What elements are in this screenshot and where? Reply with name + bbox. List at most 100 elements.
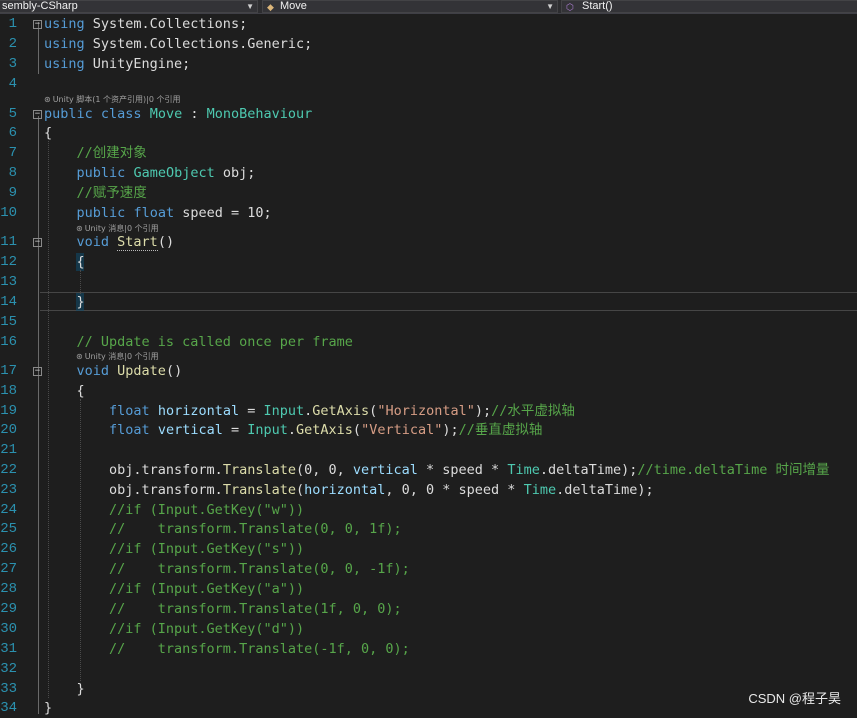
- code-line[interactable]: 32: [0, 659, 857, 679]
- code-line[interactable]: 31 // transform.Translate(-1f, 0, 0);: [0, 639, 857, 659]
- code-line[interactable]: 1 − using System.Collections;: [0, 14, 857, 34]
- project-dropdown[interactable]: sembly-CSharp ▼: [0, 0, 258, 13]
- unity-icon: ⊛: [44, 95, 51, 104]
- code-line[interactable]: 24 //if (Input.GetKey("w")): [0, 500, 857, 520]
- code-token-plain: * speed *: [417, 462, 508, 478]
- code-token-type: Input: [263, 403, 305, 419]
- code-token-plain: System.Collections;: [84, 16, 248, 32]
- code-line[interactable]: 16 // Update is called once per frame: [0, 332, 857, 352]
- code-token-type: MonoBehaviour: [206, 106, 313, 122]
- code-token-plain: (0, 0,: [295, 462, 353, 478]
- code-line[interactable]: 7 //创建对象: [0, 143, 857, 163]
- collapse-icon[interactable]: −: [33, 238, 42, 247]
- code-text: float horizontal = Input.GetAxis("Horizo…: [44, 401, 575, 421]
- code-line[interactable]: 5 − public class Move : MonoBehaviour: [0, 104, 857, 124]
- code-token-field: vertical: [352, 462, 418, 478]
- unity-icon: ⊛: [76, 352, 83, 361]
- collapse-icon[interactable]: −: [33, 367, 42, 376]
- member-dropdown[interactable]: ⬡ Start(): [561, 0, 857, 13]
- code-token-field: horizontal: [157, 403, 240, 419]
- code-line[interactable]: 23 obj.transform.Translate(horizontal, 0…: [0, 480, 857, 500]
- code-token-plain: {: [44, 383, 85, 399]
- code-line[interactable]: 8 public GameObject obj;: [0, 163, 857, 183]
- code-token-plain: (): [165, 363, 183, 379]
- code-line[interactable]: 6{: [0, 123, 857, 143]
- code-line[interactable]: 29 // transform.Translate(1f, 0, 0);: [0, 599, 857, 619]
- code-line[interactable]: 12 {: [0, 252, 857, 272]
- line-number: 31: [0, 641, 17, 657]
- class-dropdown-label: Move: [280, 0, 307, 12]
- code-token-comment: // transform.Translate(0, 0, -1f);: [44, 561, 410, 577]
- codelens-reference[interactable]: ⊛ Unity 消息|0 个引用: [76, 223, 159, 234]
- line-number: 34: [0, 700, 17, 716]
- line-number: 1: [8, 16, 17, 32]
- code-line[interactable]: 10 public float speed = 10;: [0, 203, 857, 223]
- code-token-plain: );: [474, 403, 492, 419]
- code-line[interactable]: 9 //赋予速度: [0, 183, 857, 203]
- code-text: //if (Input.GetKey("a")): [44, 579, 304, 599]
- code-line[interactable]: 15: [0, 312, 857, 332]
- project-dropdown-label: sembly-CSharp: [2, 0, 78, 12]
- code-token-type: Move: [149, 106, 183, 122]
- code-line[interactable]: 11 − void Start(): [0, 232, 857, 252]
- code-token-plain: =: [222, 422, 248, 438]
- code-line[interactable]: 30 //if (Input.GetKey("d")): [0, 619, 857, 639]
- code-line[interactable]: 19 float horizontal = Input.GetAxis("Hor…: [0, 401, 857, 421]
- line-number: 26: [0, 541, 17, 557]
- code-token-comment: //if (Input.GetKey("s")): [44, 541, 305, 557]
- code-line[interactable]: 18 {: [0, 381, 857, 401]
- code-line[interactable]: 21: [0, 440, 857, 460]
- collapse-icon[interactable]: −: [33, 110, 42, 119]
- collapse-icon[interactable]: −: [33, 20, 42, 29]
- codelens-text: Unity 消息|0 个引用: [84, 352, 159, 361]
- line-number: 29: [0, 601, 17, 617]
- code-token-keyword: public: [76, 205, 126, 221]
- code-line[interactable]: 33 }: [0, 679, 857, 699]
- line-number: 25: [0, 521, 17, 537]
- code-token-method: GetAxis: [312, 403, 370, 419]
- code-line[interactable]: 4: [0, 74, 857, 94]
- class-dropdown[interactable]: ◆ Move ▼: [262, 0, 558, 13]
- code-token-comment: //水平虚拟轴: [491, 403, 575, 419]
- code-text: float vertical = Input.GetAxis("Vertical…: [44, 420, 542, 440]
- code-token-comment: //time.deltaTime 时间增量: [637, 462, 830, 478]
- code-line[interactable]: 2 using System.Collections.Generic;: [0, 34, 857, 54]
- code-token-type: GameObject: [133, 165, 215, 181]
- line-number: 3: [8, 56, 17, 72]
- codelens-reference[interactable]: ⊛ Unity 消息|0 个引用: [76, 351, 159, 362]
- code-line[interactable]: 27 // transform.Translate(0, 0, -1f);: [0, 559, 857, 579]
- code-line[interactable]: 13: [0, 272, 857, 292]
- codelens-reference[interactable]: ⊛ Unity 脚本(1 个资产引用)|0 个引用: [44, 94, 180, 105]
- code-line[interactable]: 26 //if (Input.GetKey("s")): [0, 539, 857, 559]
- code-line[interactable]: 28 //if (Input.GetKey("a")): [0, 579, 857, 599]
- code-token-comment: //垂直虚拟轴: [458, 422, 543, 438]
- code-token-method: Update: [117, 363, 166, 379]
- code-editor[interactable]: 1− using System.Collections; 2 using System…: [0, 14, 857, 716]
- code-line[interactable]: 14 }: [0, 292, 857, 312]
- code-line[interactable]: 20 float vertical = Input.GetAxis("Verti…: [0, 420, 857, 440]
- code-token-comment: // Update is called once per frame: [44, 334, 353, 350]
- code-token-comment: //if (Input.GetKey("d")): [44, 621, 305, 637]
- code-line[interactable]: 34}: [0, 698, 857, 718]
- line-number: 15: [0, 314, 17, 330]
- code-text: }: [44, 698, 52, 718]
- code-token-plain: UnityEngine;: [84, 56, 191, 72]
- code-token-plain: speed = 10;: [174, 205, 272, 221]
- code-line[interactable]: 3 using UnityEngine;: [0, 54, 857, 74]
- code-line[interactable]: 17 − void Update(): [0, 361, 857, 381]
- code-token-comment: //赋予速度: [44, 185, 147, 201]
- code-token-plain: =: [239, 403, 264, 419]
- line-number: 12: [0, 254, 17, 270]
- line-number: 10: [0, 205, 17, 221]
- line-number: 11: [0, 234, 17, 250]
- code-token-keyword: public: [44, 106, 93, 122]
- code-line[interactable]: 22 obj.transform.Translate(0, 0, vertica…: [0, 460, 857, 480]
- code-line[interactable]: 25 // transform.Translate(0, 0, 1f);: [0, 519, 857, 539]
- code-text: {: [44, 252, 85, 272]
